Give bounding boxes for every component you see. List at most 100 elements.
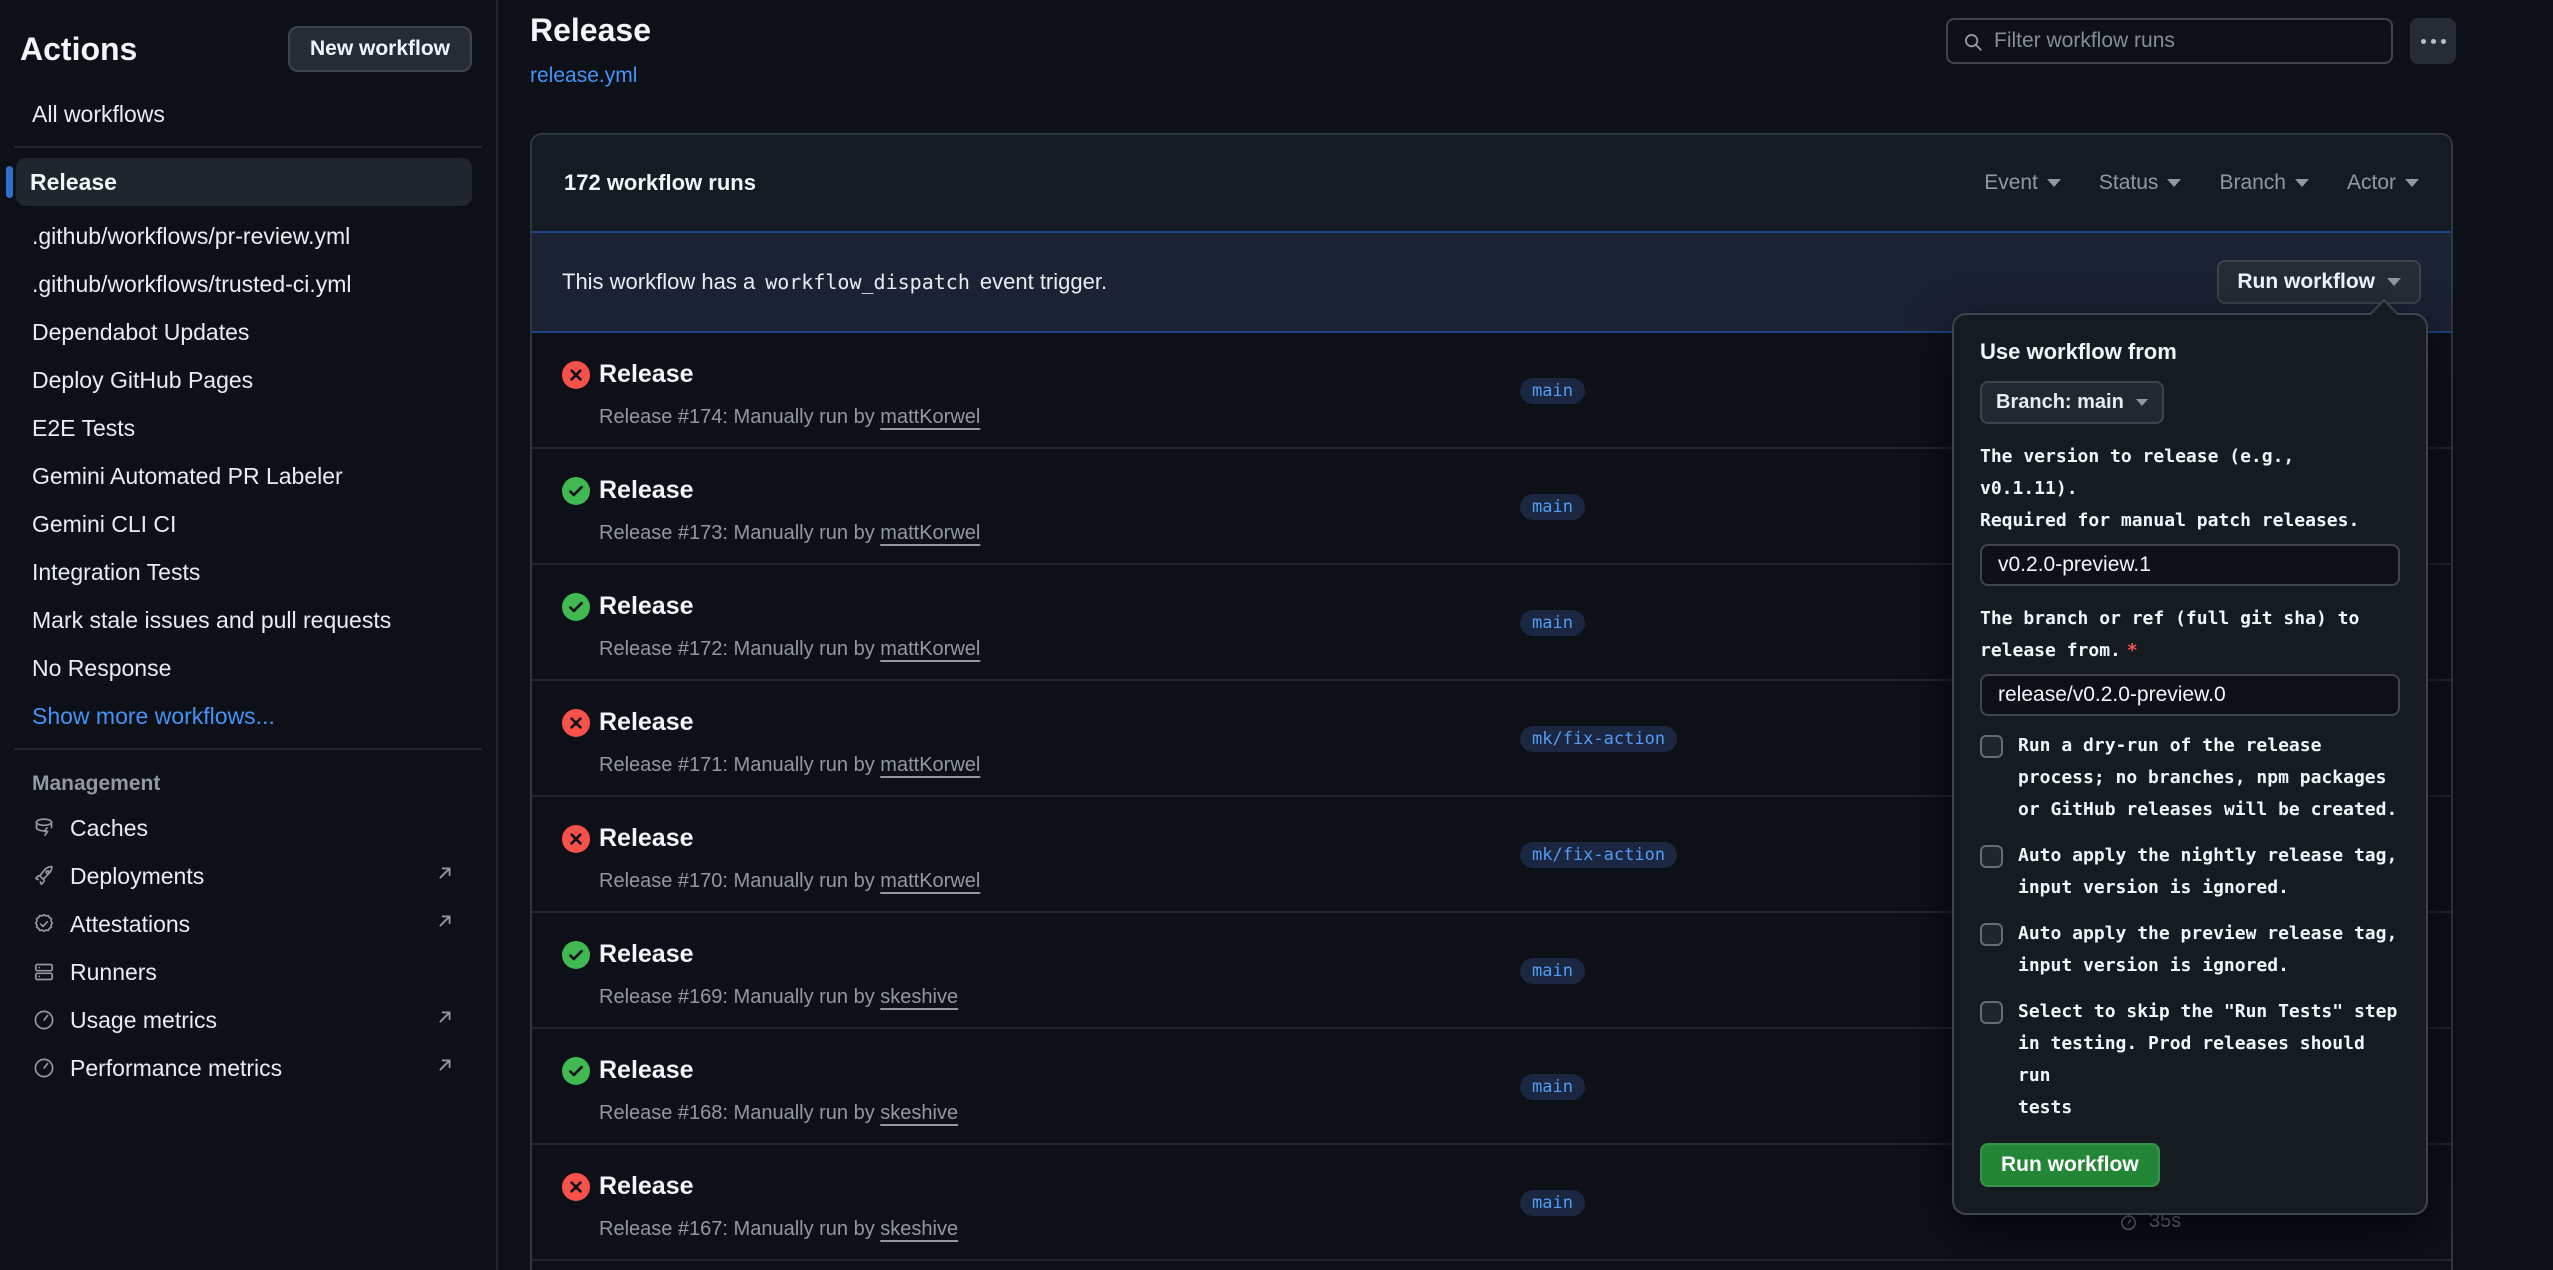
ref-input-label: The branch or ref (full git sha) to rele… — [1980, 603, 2400, 667]
run-title-link[interactable]: Release — [599, 1172, 694, 1201]
sidebar-item-mark-stale[interactable]: Mark stale issues and pull requests — [0, 596, 496, 644]
nightly-tag-checkbox[interactable] — [1980, 845, 2003, 868]
actions-page: Actions New workflow All workflows Relea… — [0, 0, 2553, 1270]
preview-tag-checkbox-row: Auto apply the preview release tag, inpu… — [1980, 918, 2400, 982]
preview-tag-checkbox[interactable] — [1980, 923, 2003, 946]
run-description: Release #174: Manually run by mattKorwel — [599, 406, 980, 429]
branch-badge[interactable]: mk/fix-action — [1520, 726, 1677, 752]
selected-indicator-bar — [6, 166, 13, 198]
run-actor-link[interactable]: mattKorwel — [880, 754, 980, 776]
sidebar-item-deploy-github-pages[interactable]: Deploy GitHub Pages — [0, 356, 496, 404]
run-description: Release #167: Manually run by skeshive — [599, 1218, 958, 1241]
run-status-icon — [562, 477, 590, 505]
filter-workflow-runs-input[interactable] — [1994, 20, 2389, 62]
branch-badge[interactable]: main — [1520, 610, 1585, 636]
nightly-tag-checkbox-row: Auto apply the nightly release tag, inpu… — [1980, 840, 2400, 904]
dry-run-checkbox[interactable] — [1980, 735, 2003, 758]
required-marker: * — [2127, 640, 2138, 661]
page-options-kebab-button[interactable] — [2410, 18, 2456, 64]
branch-filter-dropdown[interactable]: Branch — [2219, 171, 2309, 195]
sidebar-item-e2e-tests[interactable]: E2E Tests — [0, 404, 496, 452]
sidebar-item-runners[interactable]: Runners — [0, 948, 496, 996]
sidebar-item-caches[interactable]: Caches — [0, 804, 496, 852]
run-title-link[interactable]: Release — [599, 1056, 694, 1085]
chevron-down-icon — [2047, 179, 2061, 187]
ref-input[interactable] — [1980, 674, 2400, 716]
branch-badge[interactable]: main — [1520, 1190, 1585, 1216]
sidebar-item-deployments[interactable]: Deployments — [0, 852, 496, 900]
run-title-link[interactable]: Release — [599, 476, 694, 505]
preview-tag-checkbox-label: Auto apply the preview release tag, inpu… — [2018, 918, 2397, 982]
branch-badge[interactable]: main — [1520, 958, 1585, 984]
run-title-link[interactable]: Release — [599, 708, 694, 737]
branch-badge[interactable]: main — [1520, 378, 1585, 404]
external-link-icon — [434, 862, 456, 890]
run-title-link[interactable]: Release — [599, 824, 694, 853]
database-icon — [32, 816, 56, 840]
banner-text-prefix: This workflow has a — [562, 269, 755, 295]
sidebar-item-gemini-pr-labeler[interactable]: Gemini Automated PR Labeler — [0, 452, 496, 500]
new-workflow-button[interactable]: New workflow — [288, 26, 472, 72]
run-actor-link[interactable]: mattKorwel — [880, 870, 980, 892]
run-actor-link[interactable]: skeshive — [880, 986, 958, 1008]
branch-badge[interactable]: main — [1520, 1074, 1585, 1100]
run-workflow-submit-button[interactable]: Run workflow — [1980, 1143, 2160, 1187]
run-description: Release #168: Manually run by skeshive — [599, 1102, 958, 1125]
sidebar-item-label: Deployments — [70, 863, 204, 890]
sidebar-item-no-response[interactable]: No Response — [0, 644, 496, 692]
runs-card-header: 172 workflow runs Event Status Branch Ac… — [532, 135, 2451, 231]
show-more-workflows-link[interactable]: Show more workflows... — [0, 692, 496, 740]
sidebar-item-dependabot-updates[interactable]: Dependabot Updates — [0, 308, 496, 356]
nightly-tag-checkbox-label: Auto apply the nightly release tag, inpu… — [2018, 840, 2397, 904]
rocket-icon — [32, 864, 56, 888]
run-actor-link[interactable]: mattKorwel — [880, 522, 980, 544]
runs-filters: Event Status Branch Actor — [1984, 171, 2419, 195]
sidebar-item-usage-metrics[interactable]: Usage metrics — [0, 996, 496, 1044]
verified-icon — [32, 912, 56, 936]
sidebar-item-attestations[interactable]: Attestations — [0, 900, 496, 948]
run-actor-link[interactable]: mattKorwel — [880, 638, 980, 660]
workflow-file-link[interactable]: release.yml — [530, 64, 637, 88]
run-title-link[interactable]: Release — [599, 940, 694, 969]
sidebar-item-trusted-ci[interactable]: .github/workflows/trusted-ci.yml — [0, 260, 496, 308]
sidebar-item-pr-review[interactable]: .github/workflows/pr-review.yml — [0, 212, 496, 260]
sidebar-title: Actions — [20, 31, 137, 68]
chevron-down-icon — [2405, 179, 2419, 187]
sidebar-header: Actions New workflow — [0, 0, 496, 72]
event-filter-dropdown[interactable]: Event — [1984, 171, 2061, 195]
run-title-link[interactable]: Release — [599, 592, 694, 621]
sidebar-item-gemini-cli-ci[interactable]: Gemini CLI CI — [0, 500, 496, 548]
external-link-icon — [434, 910, 456, 938]
sidebar-item-label: Caches — [70, 815, 148, 842]
status-filter-dropdown[interactable]: Status — [2099, 171, 2182, 195]
chevron-down-icon — [2387, 278, 2401, 286]
meter-icon — [32, 1056, 56, 1080]
branch-badge[interactable]: main — [1520, 494, 1585, 520]
actor-filter-dropdown[interactable]: Actor — [2347, 171, 2419, 195]
check-circle-fill-icon — [562, 477, 590, 505]
check-circle-fill-icon — [562, 593, 590, 621]
sidebar-item-integration-tests[interactable]: Integration Tests — [0, 548, 496, 596]
branch-badge[interactable]: mk/fix-action — [1520, 842, 1677, 868]
management-section-title: Management — [0, 764, 496, 804]
run-status-icon — [562, 825, 590, 853]
sidebar-item-label: Performance metrics — [70, 1055, 282, 1082]
sidebar-item-performance-metrics[interactable]: Performance metrics — [0, 1044, 496, 1092]
run-title-link[interactable]: Release — [599, 360, 694, 389]
run-actor-link[interactable]: mattKorwel — [880, 406, 980, 428]
x-circle-fill-icon — [562, 825, 590, 853]
branch-selector-button[interactable]: Branch: main — [1980, 381, 2164, 424]
skip-tests-checkbox[interactable] — [1980, 1001, 2003, 1024]
sidebar-item-release[interactable]: Release — [16, 158, 472, 206]
version-input[interactable] — [1980, 544, 2400, 586]
run-actor-link[interactable]: skeshive — [880, 1218, 958, 1240]
version-input-label: The version to release (e.g., v0.1.11). … — [1980, 441, 2400, 537]
dry-run-checkbox-label: Run a dry-run of the release process; no… — [2018, 730, 2397, 826]
run-workflow-dropdown-button[interactable]: Run workflow — [2217, 260, 2421, 304]
workflow-runs-count: 172 workflow runs — [564, 170, 756, 196]
chevron-down-icon — [2295, 179, 2309, 187]
run-description: Release #171: Manually run by mattKorwel — [599, 754, 980, 777]
run-actor-link[interactable]: skeshive — [880, 1102, 958, 1124]
sidebar-item-all-workflows[interactable]: All workflows — [0, 90, 496, 138]
search-icon — [1962, 31, 1984, 53]
